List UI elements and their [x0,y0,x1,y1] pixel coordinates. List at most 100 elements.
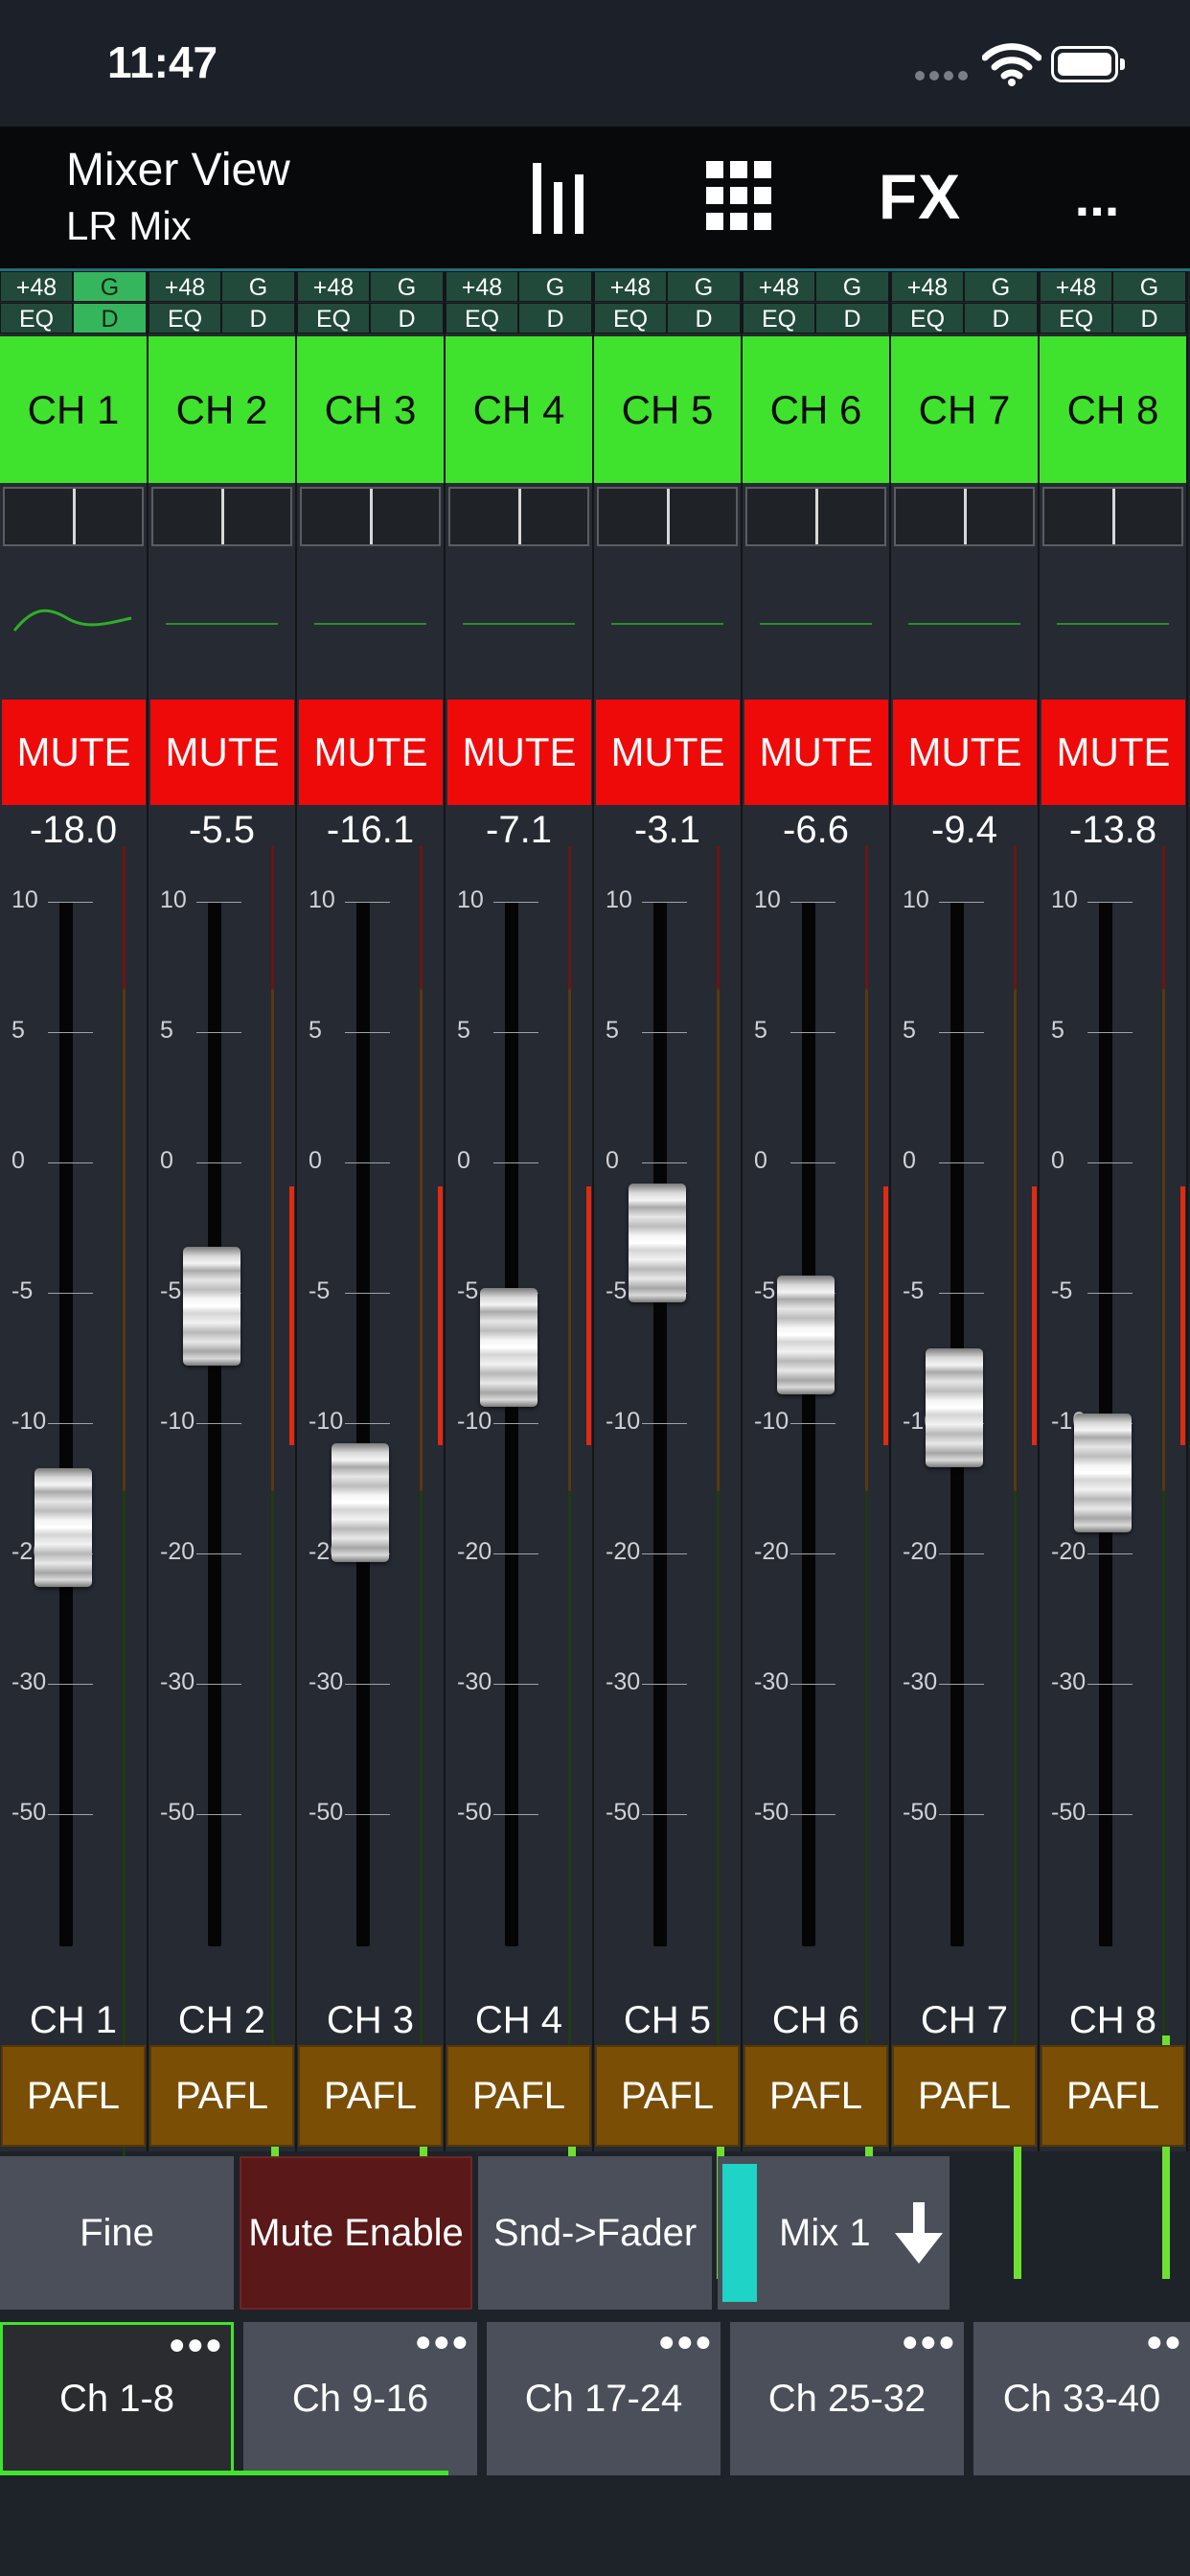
eq-tag[interactable]: EQ [446,303,518,334]
bank-tab-1[interactable]: Ch 1-8 ●●● [0,2322,234,2475]
mute-button[interactable]: MUTE [150,700,294,805]
phantom-power-tag[interactable]: +48 [743,271,815,302]
mute-button[interactable]: MUTE [596,700,740,805]
fx-button[interactable]: FX [872,153,968,240]
eq-curve-view[interactable] [1040,549,1186,683]
eq-curve-view[interactable] [743,549,889,683]
phantom-power-tag[interactable]: +48 [0,271,73,302]
dynamics-tag[interactable]: D [518,303,592,334]
channel-name-button[interactable]: CH 3 [297,336,444,483]
phantom-power-tag[interactable]: +48 [891,271,964,302]
fader-knob[interactable] [777,1276,835,1394]
gate-tag[interactable]: G [815,271,889,302]
eq-tag[interactable]: EQ [743,303,815,334]
dynamics-tag[interactable]: D [964,303,1038,334]
pafl-button[interactable]: PAFL [595,2045,740,2147]
channel-name-button[interactable]: CH 7 [891,336,1038,483]
fader-knob[interactable] [629,1184,686,1302]
phantom-power-tag[interactable]: +48 [297,271,370,302]
mute-button[interactable]: MUTE [299,700,443,805]
pan-control[interactable] [3,487,144,546]
mute-enable-button[interactable]: Mute Enable [240,2156,472,2310]
dynamics-tag[interactable]: D [221,303,295,334]
pan-control[interactable] [745,487,886,546]
bank-options-icon[interactable]: ●●● [169,2329,223,2361]
mute-button[interactable]: MUTE [893,700,1037,805]
eq-tag[interactable]: EQ [0,303,73,334]
pan-control[interactable] [894,487,1035,546]
channel-name-button[interactable]: CH 5 [594,336,741,483]
bank-tab-2[interactable]: Ch 9-16 ●●● [243,2322,477,2475]
grid-view-icon[interactable] [702,153,779,240]
eq-tag[interactable]: EQ [1040,303,1112,334]
bank-tab-5[interactable]: Ch 33-40 ●● [973,2322,1190,2475]
channel-name-button[interactable]: CH 6 [743,336,889,483]
scale-label: -50 [754,1799,790,1826]
faders-view-icon[interactable] [525,153,592,240]
dynamics-tag[interactable]: D [73,303,147,334]
mute-button[interactable]: MUTE [2,700,146,805]
pafl-button[interactable]: PAFL [744,2045,888,2147]
mute-button[interactable]: MUTE [447,700,591,805]
dynamics-tag[interactable]: D [815,303,889,334]
phantom-power-tag[interactable]: +48 [1040,271,1112,302]
phantom-power-tag[interactable]: +48 [446,271,518,302]
channel-name-button[interactable]: CH 2 [149,336,295,483]
channel-name-button[interactable]: CH 8 [1040,336,1186,483]
eq-curve-view[interactable] [594,549,741,683]
dynamics-tag[interactable]: D [667,303,741,334]
dynamics-tag[interactable]: D [1112,303,1186,334]
pafl-button[interactable]: PAFL [446,2045,591,2147]
channel-name-button[interactable]: CH 1 [0,336,147,483]
bank-options-icon[interactable]: ●●● [415,2326,469,2358]
eq-curve-view[interactable] [0,549,147,683]
fader-knob[interactable] [34,1468,92,1587]
more-menu-button[interactable]: ... [1064,153,1131,240]
gate-tag[interactable]: G [964,271,1038,302]
gate-tag[interactable]: G [370,271,444,302]
eq-tag[interactable]: EQ [891,303,964,334]
eq-curve-view[interactable] [891,549,1038,683]
eq-curve-view[interactable] [149,549,295,683]
dynamics-tag[interactable]: D [370,303,444,334]
eq-tag[interactable]: EQ [594,303,667,334]
pafl-button[interactable]: PAFL [892,2045,1037,2147]
fader-knob[interactable] [183,1247,240,1366]
pafl-button[interactable]: PAFL [1,2045,146,2147]
mute-button[interactable]: MUTE [744,700,888,805]
fader-knob[interactable] [1074,1414,1132,1532]
bank-tab-3[interactable]: Ch 17-24 ●●● [487,2322,721,2475]
fader-knob[interactable] [332,1443,389,1562]
eq-tag[interactable]: EQ [149,303,221,334]
phantom-power-tag[interactable]: +48 [149,271,221,302]
fader-knob[interactable] [926,1348,983,1467]
send-to-fader-button[interactable]: Snd->Fader [478,2156,712,2310]
gate-tag[interactable]: G [221,271,295,302]
pan-control[interactable] [597,487,738,546]
pafl-button[interactable]: PAFL [1041,2045,1185,2147]
gate-tag[interactable]: G [518,271,592,302]
mute-button[interactable]: MUTE [1041,700,1185,805]
pan-control[interactable] [300,487,441,546]
channel-name-button[interactable]: CH 4 [446,336,592,483]
pan-control[interactable] [448,487,589,546]
eq-curve-view[interactable] [446,549,592,683]
bank-options-icon[interactable]: ●●● [658,2326,713,2358]
bank-tab-label: Ch 1-8 [58,2377,175,2420]
bank-tab-4[interactable]: Ch 25-32 ●●● [730,2322,964,2475]
gate-tag[interactable]: G [73,271,147,302]
fine-button[interactable]: Fine [0,2156,234,2310]
fader-knob[interactable] [480,1288,538,1407]
pafl-button[interactable]: PAFL [298,2045,443,2147]
eq-curve-view[interactable] [297,549,444,683]
gate-tag[interactable]: G [667,271,741,302]
gate-tag[interactable]: G [1112,271,1186,302]
pan-control[interactable] [1042,487,1183,546]
pan-control[interactable] [151,487,292,546]
mix-select-button[interactable]: Mix 1 [718,2156,950,2310]
pafl-button[interactable]: PAFL [149,2045,294,2147]
bank-options-icon[interactable]: ●● [1146,2326,1182,2358]
phantom-power-tag[interactable]: +48 [594,271,667,302]
bank-options-icon[interactable]: ●●● [902,2326,956,2358]
eq-tag[interactable]: EQ [297,303,370,334]
